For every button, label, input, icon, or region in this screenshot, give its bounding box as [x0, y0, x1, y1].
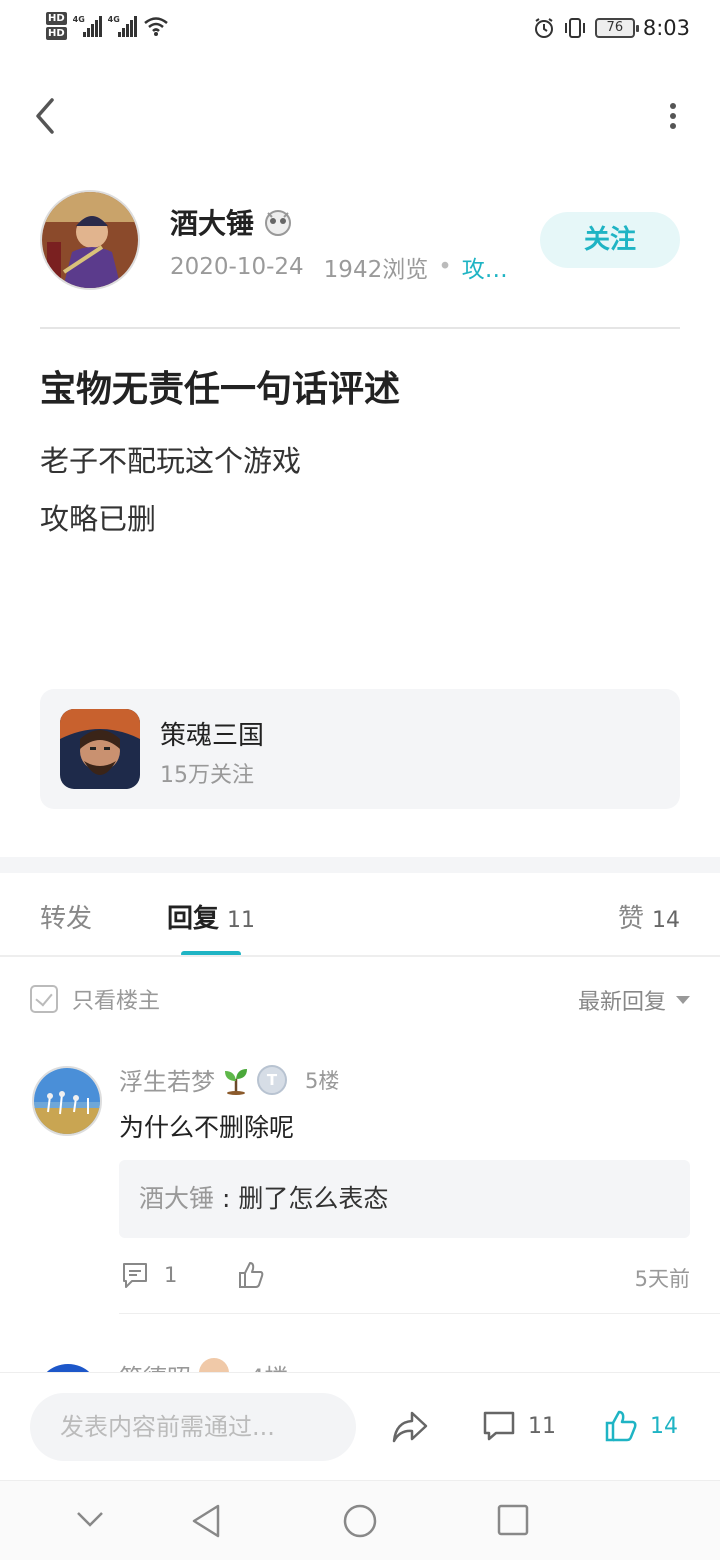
comment-time: 5天前 — [634, 1267, 690, 1291]
view-count: 1942浏览 — [323, 257, 429, 283]
tab-like-label: 赞 — [617, 904, 644, 934]
game-name: 策魂三国 — [160, 721, 265, 751]
compose-input[interactable]: 发表内容前需通过... — [30, 1393, 356, 1461]
comment-like-button[interactable] — [236, 1260, 266, 1294]
comment-avatar[interactable] — [36, 1364, 100, 1372]
divider — [40, 327, 680, 329]
comment-reply-button[interactable]: 1 — [120, 1260, 177, 1290]
game-follower-count: 15万关注 — [160, 763, 254, 788]
post-category-tag[interactable]: 攻… — [462, 250, 508, 284]
share-button[interactable] — [390, 1409, 430, 1449]
quote-author: 酒大锤 — [139, 1184, 215, 1213]
post-date: 2020-10-24 — [170, 254, 304, 280]
post-body-line-2: 攻略已删 — [40, 502, 157, 536]
thumbs-up-icon — [605, 1410, 637, 1442]
comment-avatar[interactable] — [32, 1066, 102, 1136]
wifi-icon — [143, 17, 168, 36]
home-circle-icon[interactable] — [342, 1503, 378, 1539]
game-icon — [60, 709, 140, 789]
tab-like-count: 14 — [652, 908, 680, 933]
tab-reply-count: 11 — [227, 908, 256, 933]
sort-label: 最新回复 — [577, 990, 666, 1015]
comment-floor: 5楼 — [305, 1068, 340, 1093]
comment-author-name: 简德昭 — [119, 1358, 191, 1372]
comment-author-name: 浮生若梦 — [119, 1068, 215, 1096]
bottom-comment-button[interactable]: 11 — [482, 1409, 556, 1443]
post-body-line-1: 老子不配玩这个游戏 — [40, 444, 302, 478]
back-triangle-icon[interactable] — [190, 1503, 222, 1539]
next-comment-peek: 简德昭 4楼 — [0, 1350, 720, 1372]
battery-icon: 76 — [594, 18, 639, 38]
sort-dropdown[interactable]: 最新回复 — [578, 984, 690, 1016]
clock: 8:03 — [642, 16, 690, 40]
more-vertical-icon — [670, 103, 676, 129]
share-icon — [392, 1411, 428, 1443]
bottom-like-button[interactable]: 14 — [604, 1409, 678, 1443]
level-badge-icon — [265, 210, 292, 236]
author-name[interactable]: 酒大锤 — [170, 202, 294, 242]
only-op-label: 只看楼主 — [72, 989, 161, 1014]
comment-icon — [123, 1263, 147, 1288]
author-name-text: 酒大锤 — [170, 207, 255, 240]
caret-down-icon — [676, 996, 690, 1004]
tab-repost[interactable]: 转发 — [40, 898, 92, 935]
post-title: 宝物无责任一句话评述 — [40, 369, 401, 410]
comment-quote-reply[interactable]: 酒大锤 : 删了怎么表态 — [119, 1160, 690, 1238]
tab-reply-label: 回复 — [167, 904, 220, 934]
quote-text: 删了怎么表态 — [238, 1184, 389, 1213]
comment-author[interactable]: 简德昭 4楼 — [119, 1358, 288, 1372]
thumbs-up-icon — [239, 1262, 264, 1288]
follow-button[interactable]: 关注 — [540, 212, 680, 268]
tab-reply[interactable]: 回复 11 — [167, 898, 255, 935]
status-left: HD HD 4G 4G — [46, 12, 169, 40]
signal-icon-2: 4G — [108, 15, 137, 37]
comment-author[interactable]: 浮生若梦 T 5楼 — [119, 1062, 339, 1097]
bottom-action-bar: 发表内容前需通过... 11 14 — [0, 1372, 720, 1480]
comment-floor: 4楼 — [249, 1358, 288, 1372]
hd-badge-1: HD — [46, 12, 67, 25]
divider — [0, 955, 720, 957]
back-button[interactable] — [28, 92, 64, 140]
signal-icon-1: 4G — [73, 15, 102, 37]
bottom-like-count: 14 — [650, 1413, 678, 1439]
comment-reply-count: 1 — [164, 1263, 178, 1287]
more-button[interactable] — [666, 100, 680, 136]
bottom-comment-count: 11 — [528, 1413, 556, 1439]
recents-square-icon[interactable] — [496, 1503, 530, 1537]
divider — [119, 1313, 720, 1314]
hd-badge-2: HD — [46, 27, 67, 40]
chevron-down-icon[interactable] — [76, 1509, 104, 1529]
status-right: 76 8:03 — [533, 16, 690, 40]
meta-separator: • — [438, 254, 452, 280]
user-level-badge: T — [257, 1064, 287, 1095]
comment-text: 为什么不删除呢 — [119, 1113, 295, 1142]
tab-like[interactable]: 赞 14 — [618, 898, 680, 935]
vibrate-icon — [564, 18, 585, 38]
alarm-icon — [534, 18, 553, 38]
game-card[interactable]: 策魂三国 15万关注 — [40, 689, 680, 809]
seedling-icon — [225, 1068, 247, 1095]
user-level-badge — [199, 1358, 229, 1372]
checkbox-icon[interactable] — [30, 985, 58, 1013]
chevron-left-icon — [36, 98, 54, 134]
system-navigation-bar — [0, 1480, 720, 1560]
author-meta: 2020-10-24 1942浏览 • 攻… — [170, 250, 510, 284]
comment-icon — [483, 1411, 515, 1441]
status-bar: HD HD 4G 4G 76 8:03 — [0, 0, 720, 62]
only-op-toggle[interactable]: 只看楼主 — [30, 983, 160, 1015]
tab-repost-label: 转发 — [40, 904, 93, 934]
section-separator — [0, 857, 720, 873]
author-avatar[interactable] — [40, 190, 140, 290]
